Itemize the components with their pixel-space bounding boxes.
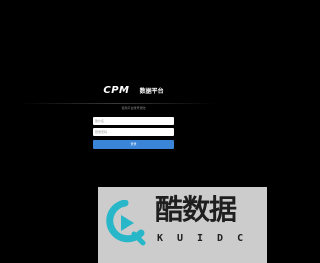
username-input[interactable] [93, 117, 174, 125]
brand-header: CPM 数据平台 [0, 80, 267, 99]
password-input[interactable] [93, 128, 174, 136]
login-page: CPM 数据平台 使用平台账号登陆 登录 酷数据 KUIDC [0, 0, 267, 263]
cpm-logo: CPM [103, 85, 130, 96]
brand-name: 数据平台 [139, 88, 164, 95]
watermark-name-en: KUIDC [157, 233, 258, 244]
watermark-name-cn: 酷数据 [155, 193, 237, 226]
login-subtitle: 使用平台账号登陆 [121, 106, 146, 110]
watermark: 酷数据 KUIDC [98, 187, 267, 263]
kuidc-logo-icon [106, 200, 146, 246]
login-button[interactable]: 登录 [93, 140, 174, 149]
header-divider [20, 103, 216, 104]
